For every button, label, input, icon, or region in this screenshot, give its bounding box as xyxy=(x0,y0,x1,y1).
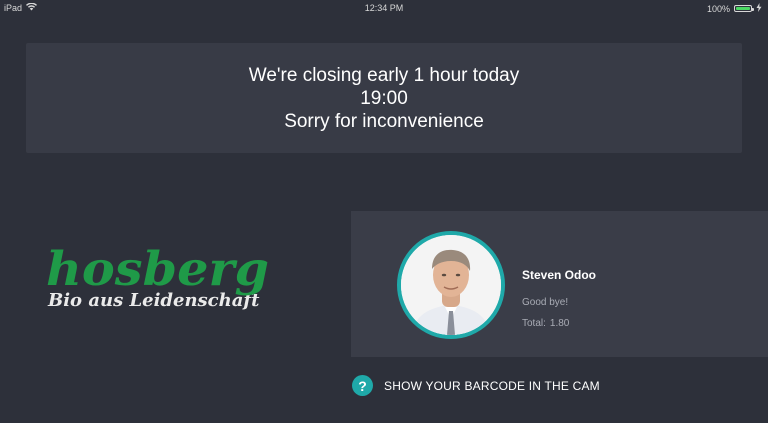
battery-icon xyxy=(734,5,754,12)
logo-wordmark: hosberg xyxy=(46,242,269,297)
bolt-icon xyxy=(756,3,762,14)
customer-total: Total: 1.80 xyxy=(522,318,569,329)
store-logo: hosberg Bio aus Leidenschaft xyxy=(46,246,286,326)
battery-level-fill xyxy=(736,7,750,10)
status-bar-time: 12:34 PM xyxy=(364,3,404,13)
customer-name: Steven Odoo xyxy=(522,268,597,282)
customer-card: Steven Odoo Good bye! Total: 1.80 xyxy=(351,211,768,357)
total-value: 1.80 xyxy=(549,318,570,329)
avatar xyxy=(397,231,505,339)
barcode-help[interactable]: ? SHOW YOUR BARCODE IN THE CAM xyxy=(352,375,600,396)
battery-percent: 100% xyxy=(706,3,730,14)
question-icon[interactable]: ? xyxy=(352,375,373,396)
barcode-instruction: SHOW YOUR BARCODE IN THE CAM xyxy=(384,378,600,393)
total-label: Total: xyxy=(522,318,546,329)
status-bar: iPad 12:34 PM 100% xyxy=(0,0,768,16)
customer-photo xyxy=(401,235,501,335)
status-bar-right: 100% xyxy=(707,3,762,14)
announcement-line-3: Sorry for inconvenience xyxy=(284,110,484,132)
customer-message: Good bye! xyxy=(522,297,569,308)
battery-cap xyxy=(752,7,754,11)
announcement-line-2: 19:00 xyxy=(360,87,408,109)
announcement-line-1: We're closing early 1 hour today xyxy=(248,64,520,86)
announcement-panel: We're closing early 1 hour today 19:00 S… xyxy=(26,43,742,153)
